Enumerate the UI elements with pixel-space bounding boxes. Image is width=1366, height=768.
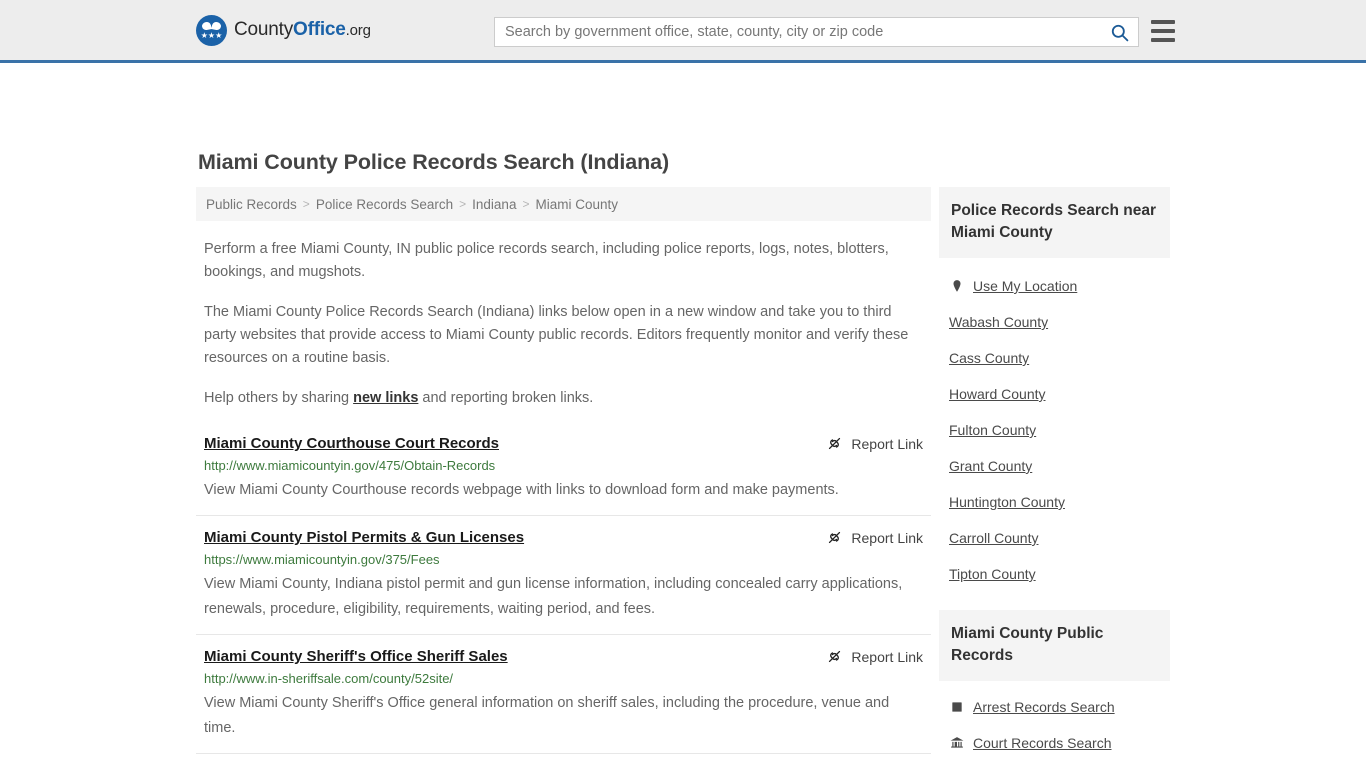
- result-description: View Miami County, Indiana pistol permit…: [204, 576, 903, 617]
- brand-part-tld: .org: [345, 22, 371, 39]
- nearby-item-label[interactable]: Fulton County: [949, 422, 1036, 438]
- breadcrumb-separator: >: [302, 197, 310, 211]
- public-records-heading: Miami County Public Records: [939, 610, 1170, 681]
- nearby-item-wabash-county[interactable]: Wabash County: [939, 304, 1170, 340]
- search-bar[interactable]: [494, 17, 1139, 47]
- nearby-item-label[interactable]: Carroll County: [949, 530, 1038, 546]
- search-icon: [1111, 24, 1128, 41]
- nearby-search-box: Police Records Search near Miami County …: [939, 187, 1170, 592]
- breadcrumb-item-public-records[interactable]: Public Records: [206, 197, 297, 212]
- nearby-item-howard-county[interactable]: Howard County: [939, 376, 1170, 412]
- nearby-item-tipton-county[interactable]: Tipton County: [939, 556, 1170, 592]
- nearby-item-label[interactable]: Howard County: [949, 386, 1046, 402]
- brand-part-county: County: [234, 19, 294, 40]
- hamburger-bar: [1151, 29, 1175, 33]
- records-item-criminal-records-search[interactable]: Criminal Records Search: [939, 761, 1170, 768]
- breadcrumb-item-police-records-search[interactable]: Police Records Search: [316, 197, 453, 212]
- nearby-item-grant-county[interactable]: Grant County: [939, 448, 1170, 484]
- report-link-label: Report Link: [851, 435, 923, 452]
- nearby-item-label[interactable]: Cass County: [949, 350, 1029, 366]
- breadcrumb: Public Records > Police Records Search >…: [196, 187, 931, 221]
- intro-paragraph-1: Perform a free Miami County, IN public p…: [204, 241, 889, 280]
- nearby-item-label[interactable]: Tipton County: [949, 566, 1036, 582]
- nearby-item-label[interactable]: Grant County: [949, 458, 1032, 474]
- nearby-item-use-my-location[interactable]: Use My Location: [939, 268, 1170, 304]
- public-records-list: Arrest Records Search Court Records Searc…: [939, 681, 1170, 768]
- nearby-item-label[interactable]: Use My Location: [973, 278, 1077, 294]
- breadcrumb-separator: >: [522, 197, 530, 211]
- nearby-item-cass-county[interactable]: Cass County: [939, 340, 1170, 376]
- map-pin-icon: [949, 279, 964, 293]
- intro-paragraph-2: The Miami County Police Records Search (…: [204, 304, 909, 366]
- site-logo-link[interactable]: ★★★ CountyOffice.org: [196, 14, 371, 46]
- records-item-court-records-search[interactable]: Court Records Search: [939, 725, 1170, 761]
- nearby-county-list: Use My Location Wabash County Cass County H…: [939, 258, 1170, 592]
- report-link-label: Report Link: [851, 648, 923, 665]
- result-title-link[interactable]: Miami County Sheriff's Office Sheriff Sa…: [204, 648, 508, 665]
- results-list: Miami County Courthouse Court Records Rep…: [196, 430, 931, 768]
- result-description: View Miami County Sheriff's Office gener…: [204, 695, 890, 736]
- nearby-item-carroll-county[interactable]: Carroll County: [939, 520, 1170, 556]
- result-url: http://www.miamicountyin.gov/475/Obtain-…: [204, 458, 496, 473]
- map-pin-icon: [953, 280, 960, 292]
- nearby-item-fulton-county[interactable]: Fulton County: [939, 412, 1170, 448]
- intro-text-after-link: and reporting broken links.: [418, 390, 594, 406]
- result-url: http://www.in-sheriffsale.com/county/52s…: [204, 671, 454, 686]
- breadcrumb-item-miami-county[interactable]: Miami County: [535, 197, 618, 212]
- hamburger-bar: [1151, 20, 1175, 24]
- intro-paragraph-3: Help others by sharing new links and rep…: [204, 387, 916, 410]
- search-button[interactable]: [1100, 18, 1138, 46]
- nearby-item-label[interactable]: Wabash County: [949, 314, 1048, 330]
- broken-link-icon: [829, 531, 841, 544]
- nearby-item-label[interactable]: Huntington County: [949, 494, 1065, 510]
- county-office-emblem-icon: ★★★: [196, 14, 227, 46]
- result-item: Miami County Sheriff's Office WebsiteRep…: [196, 753, 931, 768]
- book-icon: [949, 700, 964, 714]
- report-link-button[interactable]: Report Link: [826, 648, 923, 665]
- main-content: Public Records > Police Records Search >…: [196, 187, 931, 768]
- result-url: https://www.miamicountyin.gov/375/Fees: [204, 552, 440, 567]
- hamburger-menu-icon[interactable]: [1151, 20, 1175, 42]
- sidebar: Police Records Search near Miami County …: [939, 187, 1170, 768]
- report-link-label: Report Link: [851, 529, 923, 546]
- result-title-link[interactable]: Miami County Courthouse Court Records: [204, 435, 499, 452]
- page-title: Miami County Police Records Search (Indi…: [198, 150, 670, 174]
- intro-text-before-link: Help others by sharing: [204, 390, 354, 406]
- book-icon: [951, 702, 962, 712]
- records-item-label[interactable]: Court Records Search: [973, 735, 1112, 751]
- report-link-button[interactable]: Report Link: [826, 529, 923, 546]
- result-item: Miami County Pistol Permits & Gun Licens…: [196, 515, 931, 634]
- broken-link-icon: [829, 650, 841, 663]
- broken-link-icon: [829, 437, 841, 450]
- result-item: Miami County Courthouse Court Records Rep…: [196, 430, 931, 515]
- courthouse-icon: [950, 737, 963, 748]
- hamburger-bar: [1151, 38, 1175, 42]
- site-logo-text: CountyOffice.org: [234, 19, 371, 41]
- breadcrumb-item-indiana[interactable]: Indiana: [472, 197, 516, 212]
- public-records-box: Miami County Public Records Arrest Recor…: [939, 610, 1170, 768]
- report-link-button[interactable]: Report Link: [826, 435, 923, 452]
- site-header: ★★★ CountyOffice.org: [0, 0, 1366, 63]
- result-title-link[interactable]: Miami County Pistol Permits & Gun Licens…: [204, 529, 524, 546]
- brand-part-office: Office: [293, 19, 346, 40]
- nearby-search-heading: Police Records Search near Miami County: [939, 187, 1170, 258]
- records-item-label[interactable]: Arrest Records Search: [973, 699, 1115, 715]
- search-input[interactable]: [495, 18, 1100, 46]
- breadcrumb-separator: >: [459, 197, 467, 211]
- courthouse-icon: [949, 736, 964, 750]
- result-item: Miami County Sheriff's Office Sheriff Sa…: [196, 634, 931, 753]
- emblem-stars: ★★★: [200, 31, 223, 40]
- nearby-item-huntington-county[interactable]: Huntington County: [939, 484, 1170, 520]
- new-links-link[interactable]: new links: [353, 390, 418, 406]
- result-description: View Miami County Courthouse records web…: [204, 482, 839, 498]
- records-item-arrest-records-search[interactable]: Arrest Records Search: [939, 689, 1170, 725]
